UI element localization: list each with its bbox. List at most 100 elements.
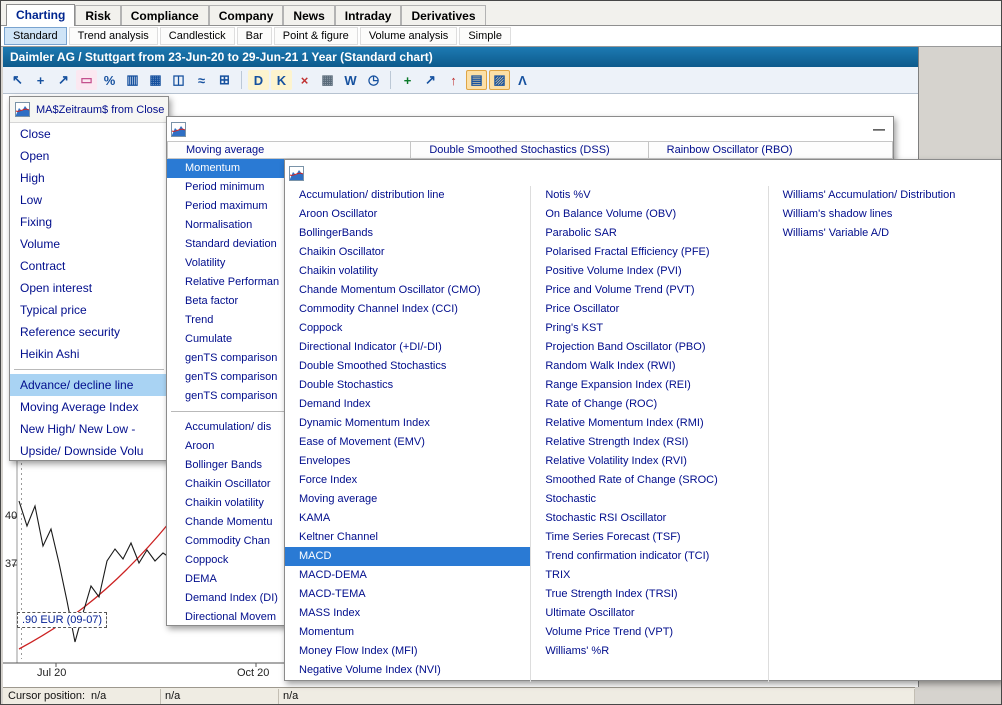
constant-icon[interactable]: K xyxy=(271,70,292,90)
chart-type-tab[interactable]: Bar xyxy=(237,27,272,45)
menu-item[interactable]: New High/ New Low - xyxy=(10,418,168,440)
menu-item[interactable]: Stochastic RSI Oscillator xyxy=(531,509,767,528)
menu-item[interactable]: BollingerBands xyxy=(285,224,530,243)
menu-item[interactable]: Low xyxy=(10,189,168,211)
menu-item[interactable]: Accumulation/ distribution line xyxy=(285,186,530,205)
menu-item[interactable]: MACD xyxy=(285,547,530,566)
main-tab[interactable]: Compliance xyxy=(121,5,209,25)
menu-item[interactable]: William's shadow lines xyxy=(769,205,1002,224)
menu-item[interactable]: Ultimate Oscillator xyxy=(531,604,767,623)
chart-type-tab[interactable]: Simple xyxy=(459,27,511,45)
menu-item[interactable]: Volume Price Trend (VPT) xyxy=(531,623,767,642)
menu-item[interactable]: Keltner Channel xyxy=(285,528,530,547)
menu-item[interactable]: KAMA xyxy=(285,509,530,528)
pointer-icon[interactable]: ↖ xyxy=(7,70,28,90)
menu-item[interactable]: Negative Volume Index (NVI) xyxy=(285,661,530,680)
category-column-header[interactable]: Double Smoothed Stochastics (DSS) xyxy=(411,141,648,159)
menu-item[interactable]: Money Flow Index (MFI) xyxy=(285,642,530,661)
menu-item[interactable]: Demand Index xyxy=(285,395,530,414)
menu-item[interactable]: Relative Volatility Index (RVI) xyxy=(531,452,767,471)
menu-item[interactable]: MACD-DEMA xyxy=(285,566,530,585)
menu-item[interactable]: Range Expansion Index (REI) xyxy=(531,376,767,395)
table-icon[interactable]: ▦ xyxy=(317,70,338,90)
menu-item[interactable]: On Balance Volume (OBV) xyxy=(531,205,767,224)
chart-type-tab[interactable]: Trend analysis xyxy=(69,27,158,45)
chart-type-tab[interactable]: Volume analysis xyxy=(360,27,458,45)
menu-item[interactable]: Polarised Fractal Efficiency (PFE) xyxy=(531,243,767,262)
menu-item[interactable]: Open interest xyxy=(10,277,168,299)
menu-item[interactable]: Relative Strength Index (RSI) xyxy=(531,433,767,452)
main-tab[interactable]: Risk xyxy=(75,5,120,25)
indicator-icon[interactable]: ▤ xyxy=(466,70,487,90)
menu-item[interactable]: Moving Average Index xyxy=(10,396,168,418)
menu-item[interactable]: Projection Band Oscillator (PBO) xyxy=(531,338,767,357)
menu-item[interactable]: Price and Volume Trend (PVT) xyxy=(531,281,767,300)
menu-item[interactable]: Coppock xyxy=(285,319,530,338)
histogram-icon[interactable]: ▦ xyxy=(145,70,166,90)
menu-item[interactable]: Rate of Change (ROC) xyxy=(531,395,767,414)
chart-type-tab[interactable]: Standard xyxy=(4,27,67,45)
menu-item[interactable]: Parabolic SAR xyxy=(531,224,767,243)
menu-item[interactable]: Dynamic Momentum Index xyxy=(285,414,530,433)
menu-item[interactable]: Heikin Ashi xyxy=(10,343,168,365)
menu-item[interactable]: Time Series Forecast (TSF) xyxy=(531,528,767,547)
main-tab[interactable]: Charting xyxy=(6,4,75,26)
add-study-icon[interactable]: + xyxy=(397,70,418,90)
menu-item[interactable]: Volume xyxy=(10,233,168,255)
arrow-up-icon[interactable]: ↑ xyxy=(443,70,464,90)
clock-icon[interactable]: ◷ xyxy=(363,70,384,90)
new-document-icon[interactable]: D xyxy=(248,70,269,90)
menu-item[interactable]: Typical price xyxy=(10,299,168,321)
menu-item[interactable]: Upside/ Downside Volu xyxy=(10,440,168,462)
menu-item[interactable]: Trend confirmation indicator (TCI) xyxy=(531,547,767,566)
minimize-icon[interactable]: — xyxy=(873,122,885,136)
menu-item[interactable]: Close xyxy=(10,123,168,145)
menu-item[interactable]: Stochastic xyxy=(531,490,767,509)
menu-item[interactable]: Advance/ decline line xyxy=(10,374,168,396)
menu-item[interactable]: Random Walk Index (RWI) xyxy=(531,357,767,376)
menu-item[interactable]: Ease of Movement (EMV) xyxy=(285,433,530,452)
category-column-header[interactable]: Rainbow Oscillator (RBO) xyxy=(649,141,893,159)
percent-icon[interactable]: % xyxy=(99,70,120,90)
zigzag-line-icon[interactable]: Λ xyxy=(512,70,533,90)
trendline-icon[interactable]: ↗ xyxy=(53,70,74,90)
menu-item[interactable]: Notis %V xyxy=(531,186,767,205)
menu-item[interactable]: Smoothed Rate of Change (SROC) xyxy=(531,471,767,490)
menu-item[interactable]: Aroon Oscillator xyxy=(285,205,530,224)
eraser-icon[interactable]: ▭ xyxy=(76,70,97,90)
main-tab[interactable]: Derivatives xyxy=(401,5,485,25)
menu-item[interactable]: MASS Index xyxy=(285,604,530,623)
menu-item[interactable]: Commodity Channel Index (CCI) xyxy=(285,300,530,319)
menu-item[interactable]: Price Oscillator xyxy=(531,300,767,319)
menu-item[interactable]: True Strength Index (TRSI) xyxy=(531,585,767,604)
menu-item[interactable]: Double Smoothed Stochastics xyxy=(285,357,530,376)
menu-item[interactable]: MACD-TEMA xyxy=(285,585,530,604)
menu-item[interactable]: Williams' %R xyxy=(531,642,767,661)
menu-item[interactable]: Williams' Variable A/D xyxy=(769,224,1002,243)
menu-item[interactable]: Chande Momentum Oscillator (CMO) xyxy=(285,281,530,300)
menu-item[interactable]: Chaikin Oscillator xyxy=(285,243,530,262)
menu-item[interactable]: Chaikin volatility xyxy=(285,262,530,281)
main-tab[interactable]: Intraday xyxy=(335,5,402,25)
menu-item[interactable]: TRIX xyxy=(531,566,767,585)
zigzag-icon[interactable]: W xyxy=(340,70,361,90)
menu-item[interactable]: Fixing xyxy=(10,211,168,233)
menu-item[interactable]: Open xyxy=(10,145,168,167)
menu-item[interactable]: Directional Indicator (+DI/-DI) xyxy=(285,338,530,357)
candlestick-icon[interactable]: ◫ xyxy=(168,70,189,90)
menu-item[interactable]: High xyxy=(10,167,168,189)
wave-icon[interactable]: ≈ xyxy=(191,70,212,90)
grid-edit-icon[interactable]: ⊞ xyxy=(214,70,235,90)
menu-item[interactable]: Positive Volume Index (PVI) xyxy=(531,262,767,281)
moving-average-icon[interactable]: ▨ xyxy=(489,70,510,90)
menu-item[interactable]: Momentum xyxy=(285,623,530,642)
menu-item[interactable]: Pring's KST xyxy=(531,319,767,338)
menu-item[interactable]: Contract xyxy=(10,255,168,277)
menu-item[interactable]: Force Index xyxy=(285,471,530,490)
main-tab[interactable]: Company xyxy=(209,5,284,25)
menu-item[interactable]: Double Stochastics xyxy=(285,376,530,395)
menu-item[interactable]: Williams' Accumulation/ Distribution xyxy=(769,186,1002,205)
menu-item[interactable]: Envelopes xyxy=(285,452,530,471)
menu-item[interactable]: Reference security xyxy=(10,321,168,343)
chart-type-tab[interactable]: Point & figure xyxy=(274,27,358,45)
